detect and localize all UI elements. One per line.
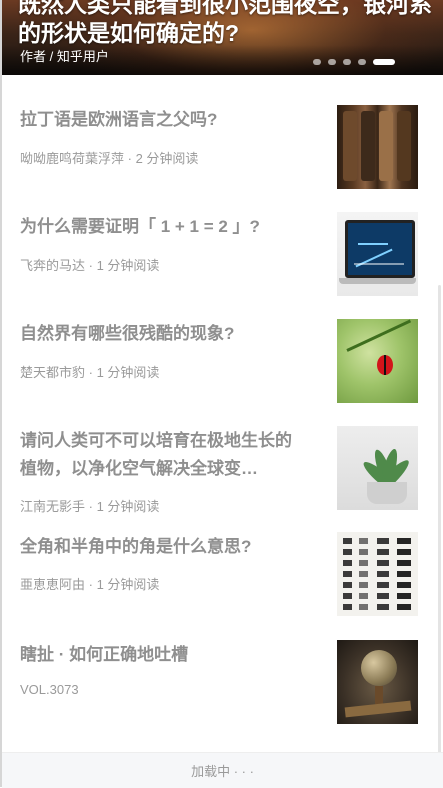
pager-dot[interactable] [358, 59, 366, 65]
story-item[interactable]: 瞎扯 · 如何正确地吐槽 VOL.3073 [2, 630, 443, 737]
story-read-time: 1 分钟阅读 [96, 577, 160, 592]
story-read-time: 1 分钟阅读 [96, 365, 160, 380]
pager-dot[interactable] [328, 59, 336, 65]
story-item[interactable]: 为什么需要证明「 1 + 1 = 2 」? 飞奔的马达 · 1 分钟阅读 [2, 202, 443, 309]
calligraphy-image [337, 532, 418, 616]
old-books-image [337, 105, 418, 189]
story-author: 呦呦鹿鸣荷葉浮萍 [20, 151, 125, 166]
story-title: 请问人类可不可以培育在极地生长的植物，以净化空气解决全球变… [20, 431, 292, 478]
story-meta: 楚天都市豹 · 1 分钟阅读 [20, 365, 160, 380]
story-meta: 呦呦鹿鸣荷葉浮萍 · 2 分钟阅读 [20, 151, 199, 166]
ladybug-image [337, 319, 418, 403]
scrollbar-thumb[interactable] [438, 285, 441, 755]
hero-title: 既然人类只能看到很小范围夜空，银河系的形状是如何确定的? [18, 0, 432, 46]
laptop-chart-image [337, 212, 418, 296]
loading-footer: 加载中 · · · [2, 752, 443, 788]
zhihu-daily-feed: 既然人类只能看到很小范围夜空，银河系的形状是如何确定的? 作者 / 知乎用户 拉… [0, 0, 443, 788]
loading-label: 加载中 · · · [191, 764, 254, 779]
story-read-time: 1 分钟阅读 [96, 258, 160, 273]
story-title: 瞎扯 · 如何正确地吐槽 [20, 645, 189, 664]
hero-banner[interactable]: 既然人类只能看到很小范围夜空，银河系的形状是如何确定的? 作者 / 知乎用户 [2, 0, 443, 75]
story-author: VOL.3073 [20, 682, 79, 697]
story-item[interactable]: 拉丁语是欧洲语言之父吗? 呦呦鹿鸣荷葉浮萍 · 2 分钟阅读 [2, 95, 443, 202]
pager-dot-active[interactable] [373, 59, 395, 65]
story-meta: 亜恵恵阿由 · 1 分钟阅读 [20, 577, 160, 592]
story-author: 亜恵恵阿由 [20, 577, 86, 592]
story-title: 拉丁语是欧洲语言之父吗? [20, 110, 218, 129]
story-author: 楚天都市豹 [20, 365, 86, 380]
story-title: 全角和半角中的角是什么意思? [20, 537, 252, 556]
story-meta: VOL.3073 [20, 682, 79, 697]
story-read-time: 2 分钟阅读 [135, 151, 199, 166]
story-meta: 江南无影手 · 1 分钟阅读 [20, 499, 160, 514]
story-title: 自然界有哪些很残酷的现象? [20, 324, 235, 343]
story-item[interactable]: 全角和半角中的角是什么意思? 亜恵恵阿由 · 1 分钟阅读 [2, 523, 443, 630]
pager-dot[interactable] [343, 59, 351, 65]
story-author: 江南无影手 [20, 499, 86, 514]
story-author: 飞奔的马达 [20, 258, 86, 273]
globe-desk-image [337, 640, 418, 724]
story-item[interactable]: 请问人类可不可以培育在极地生长的植物，以净化空气解决全球变… 江南无影手 · 1… [2, 416, 443, 523]
story-meta: 飞奔的马达 · 1 分钟阅读 [20, 258, 160, 273]
succulent-plant-image [337, 426, 418, 510]
carousel-pager[interactable] [313, 59, 395, 65]
story-item[interactable]: 自然界有哪些很残酷的现象? 楚天都市豹 · 1 分钟阅读 [2, 309, 443, 416]
story-title: 为什么需要证明「 1 + 1 = 2 」? [20, 217, 260, 236]
hero-author: 作者 / 知乎用户 [20, 49, 109, 64]
pager-dot[interactable] [313, 59, 321, 65]
story-read-time: 1 分钟阅读 [96, 499, 160, 514]
